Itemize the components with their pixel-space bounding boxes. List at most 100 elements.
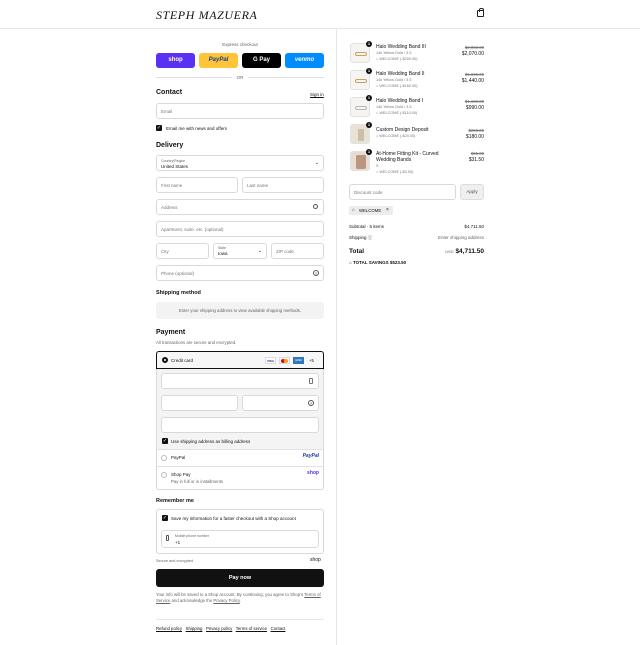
save-info-label: Save my information for a faster checkou… [171,516,296,521]
shop-pay-radio[interactable] [161,472,167,478]
address-field[interactable]: Address [156,199,324,215]
address-placeholder: Address [161,205,178,210]
billing-label: Use shipping address as billing address [171,439,251,444]
shop-pay-express-button[interactable]: shop [156,53,195,68]
credit-card-option[interactable]: Credit card VISA AMEX +5 [156,351,324,369]
security-code-field[interactable]: ? [242,395,319,411]
first-name-placeholder: First name [161,183,183,188]
quantity-badge: 1 [366,95,372,101]
chevron-down-icon: ⌄ [257,248,262,254]
credit-card-radio[interactable] [162,357,168,363]
item-discount: ⌂ WELCOME (-$110.00) [376,111,417,115]
news-checkbox[interactable]: ✓ [156,125,162,131]
discount-tag: ⌂ WELCOME × [349,206,393,215]
chevron-down-icon: ⌄ [314,160,319,166]
phone-icon [166,535,169,541]
discount-code-field[interactable]: Discount code [349,184,456,200]
card-number-field[interactable] [161,373,319,389]
sign-in-link[interactable]: Sign in [310,92,324,97]
paypal-logo: PayPal [302,453,319,459]
zip-field[interactable]: ZIP code [271,243,324,259]
payment-subtitle: All transactions are secure and encrypte… [156,340,237,345]
billing-checkbox[interactable]: ✓ [162,438,168,444]
country-value: United States [161,164,189,169]
item-old-price: $35.00 [470,151,484,156]
shopping-bag-icon[interactable] [477,8,484,17]
item-discount: ⌂ WELCOME (-$3.50) [376,170,413,174]
terms-of-service-footer-link[interactable]: Terms of service [236,626,267,631]
credit-card-label: Credit card [171,358,194,363]
item-old-price: $1,600.00 [464,72,484,77]
item-variant: 14k Yellow Gold / 3.5 [376,105,412,109]
design-image [358,129,364,141]
item-name: Halo Wedding Band I [376,98,424,104]
apply-button[interactable]: Apply [460,184,484,200]
apartment-field[interactable]: Apartment, suite, etc. (optional) [156,221,324,237]
paypal-label: PayPal [171,455,186,460]
country-select[interactable]: Country/Region United States ⌄ [156,155,324,171]
terms-text-middle: and acknowledge the [171,598,213,603]
item-discount-text: WELCOME (-$3.50) [379,170,414,174]
fitting-kit-image [356,155,366,169]
zip-placeholder: ZIP code [276,249,294,254]
remember-title: Remember me [156,498,194,504]
shipping-method-message: Enter your shipping address to view avai… [156,302,324,319]
item-old-price: $200.00 [468,128,484,133]
shop-logo: shop [310,557,321,563]
contact-title: Contact [156,89,183,96]
terms-text: Your info will be saved to a Shop accoun… [156,592,324,604]
phone-field[interactable]: Phone (optional) ? [156,265,324,281]
shipping-link[interactable]: Shipping [186,626,203,631]
remove-discount-icon[interactable]: × [386,207,389,213]
item-variant: 14k Yellow Gold / 3.5 [376,78,412,82]
help-icon[interactable]: ? [313,270,319,276]
item-price: $1,440.00 [461,78,484,84]
lock-icon [309,378,313,384]
paypal-express-button[interactable]: PayPal [199,53,238,68]
refund-policy-link[interactable]: Refund policy [156,626,182,631]
first-name-field[interactable]: First name [156,177,238,193]
item-old-price: $1,100.00 [464,99,484,104]
save-info-checkbox[interactable]: ✓ [162,515,168,521]
last-name-field[interactable]: Last name [242,177,324,193]
city-field[interactable]: City [156,243,209,259]
item-discount: ⌂ WELCOME (-$20.00) [376,134,415,138]
mobile-phone-field[interactable]: Mobile phone number +1 [161,530,319,548]
terms-text-start: Your info will be saved to a Shop accoun… [156,592,304,597]
name-on-card-field[interactable] [161,417,319,433]
state-select[interactable]: State Iowa ⌄ [213,243,267,259]
brand-logo[interactable]: STEPH MAZUERA [156,8,257,23]
apartment-placeholder: Apartment, suite, etc. (optional) [161,227,224,232]
help-icon[interactable]: ⓘ [368,235,373,240]
footer-divider [156,619,324,620]
subtotal-value: $4,711.50 [464,224,484,229]
item-discount-text: WELCOME (-$160.00) [379,84,418,88]
savings-label: TOTAL SAVINGS [352,260,389,265]
help-icon[interactable]: ? [308,400,314,406]
quantity-badge: 1 [366,68,372,74]
privacy-policy-link[interactable]: Privacy Policy [213,598,239,603]
item-discount: ⌂ WELCOME (-$160.00) [376,84,418,88]
last-name-placeholder: Last name [247,183,269,188]
total-value: $4,711.50 [455,248,484,255]
paypal-option[interactable]: PayPal PayPal [157,449,323,466]
pay-now-button[interactable]: Pay now [156,569,324,587]
item-old-price: $2,060.00 [464,45,484,50]
item-price: $31.50 [468,157,484,163]
shop-pay-option[interactable]: Shop Pay Pay in full or in installments … [157,466,323,489]
expiry-field[interactable] [161,395,238,411]
email-field[interactable]: Email [156,103,324,119]
privacy-policy-footer-link[interactable]: Privacy policy [206,626,232,631]
paypal-radio[interactable] [161,455,167,461]
total-amount: USD $4,711.50 [445,248,484,255]
ring-image [355,52,367,56]
shipping-value: Enter shipping address [437,235,484,240]
secure-label: Secure and encrypted [156,559,194,563]
item-discount: ⌂ WELCOME (-$200.00) [376,57,418,61]
contact-link[interactable]: Contact [271,626,286,631]
item-discount-text: WELCOME (-$20.00) [379,134,416,138]
shipping-method-title: Shipping method [156,290,201,296]
delivery-title: Delivery [156,142,184,149]
venmo-express-button[interactable]: venmo [285,53,324,68]
google-pay-express-button[interactable]: G Pay [242,53,281,68]
